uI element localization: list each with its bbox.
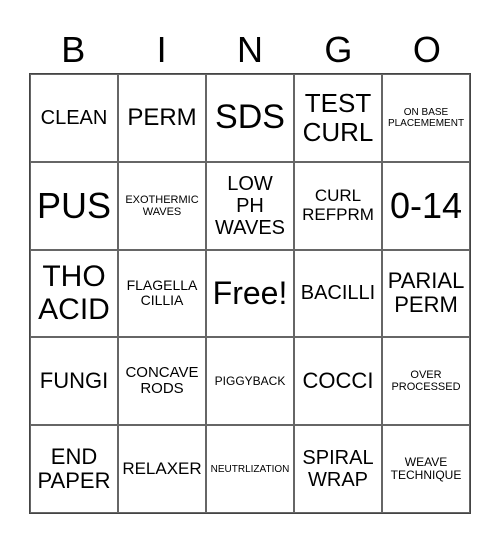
bingo-cell[interactable]: CURL REFPRM	[294, 161, 382, 250]
bingo-cell[interactable]: THO ACID	[30, 249, 118, 338]
header-letter-b: B	[61, 29, 86, 70]
bingo-cell[interactable]: NEUTRLIZATION	[206, 425, 294, 513]
bingo-cell[interactable]: END PAPER	[30, 425, 118, 513]
bingo-cell[interactable]: PARIAL PERM	[382, 249, 470, 338]
header-letter-g: G	[324, 29, 353, 70]
bingo-cell[interactable]: SDS	[206, 74, 294, 162]
bingo-cell[interactable]: WEAVE TECHNIQUE	[382, 425, 470, 513]
bingo-cell[interactable]: TEST CURL	[294, 74, 382, 162]
header-letter-o: O	[412, 29, 441, 70]
bingo-cell[interactable]: FLAGELLA CILLIA	[118, 249, 206, 338]
header-letter-n: N	[237, 29, 264, 70]
bingo-cell[interactable]: RELAXER	[118, 425, 206, 513]
bingo-cell[interactable]: PIGGYBACK	[206, 337, 294, 426]
bingo-cell[interactable]: PUS	[30, 161, 118, 250]
free-space-cell[interactable]: Free!	[206, 249, 294, 338]
bingo-cell[interactable]: COCCI	[294, 337, 382, 426]
bingo-cell[interactable]: ON BASE PLACEMEMENT	[382, 74, 470, 162]
bingo-cell[interactable]: FUNGI	[30, 337, 118, 426]
bingo-cell[interactable]: CLEAN	[30, 74, 118, 162]
bingo-cell[interactable]: SPIRAL WRAP	[294, 425, 382, 513]
bingo-cell[interactable]: PERM	[118, 74, 206, 162]
bingo-cell[interactable]: LOW PH WAVES	[206, 161, 294, 250]
bingo-cell[interactable]: 0-14	[382, 161, 470, 250]
bingo-cell[interactable]: EXOTHERMIC WAVES	[118, 161, 206, 250]
header-letter-i: I	[156, 29, 167, 70]
bingo-cell[interactable]: OVER PROCESSED	[382, 337, 470, 426]
bingo-cell[interactable]: BACILLI	[294, 249, 382, 338]
bingo-cell[interactable]: CONCAVE RODS	[118, 337, 206, 426]
bingo-grid: CLEAN PERM SDS TEST CURL ON BASE PLACEMEMENT…	[29, 73, 471, 514]
bingo-header: B I N G O	[29, 28, 471, 72]
